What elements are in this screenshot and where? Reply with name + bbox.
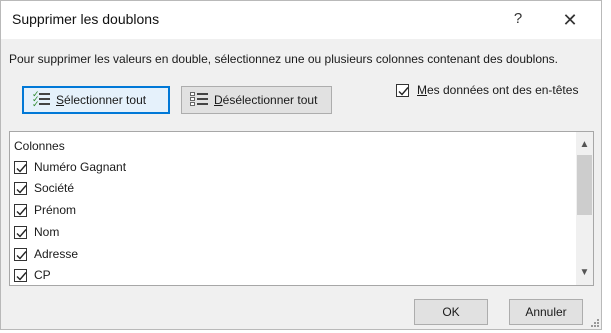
deselect-all-label: Désélectionner tout xyxy=(214,93,318,107)
cancel-button[interactable]: Annuler xyxy=(509,299,583,325)
has-headers-label: Mes données ont des en-têtes xyxy=(417,83,579,97)
checkmark-icon xyxy=(16,228,27,238)
scroll-down-icon[interactable]: ▼ xyxy=(576,264,593,281)
select-all-label: Sélectionner tout xyxy=(56,93,147,107)
deselect-all-button[interactable]: Désélectionner tout xyxy=(181,86,332,114)
column-label: Adresse xyxy=(34,247,79,261)
column-checkbox[interactable] xyxy=(14,203,27,217)
columns-list[interactable]: Colonnes Numéro Gagnant Société Prénom N… xyxy=(9,131,594,286)
column-label: Nom xyxy=(34,225,60,239)
column-item-prenom[interactable]: Prénom xyxy=(14,200,76,220)
scroll-up-icon[interactable]: ▲ xyxy=(576,136,593,153)
column-checkbox[interactable] xyxy=(14,268,27,282)
column-checkbox[interactable] xyxy=(14,181,27,195)
checkmark-icon xyxy=(16,271,27,281)
column-label: Prénom xyxy=(34,203,77,217)
resize-grip-icon[interactable] xyxy=(590,318,600,328)
column-checkbox[interactable] xyxy=(14,160,27,174)
columns-list-header: Colonnes xyxy=(14,139,65,153)
title-bar: Supprimer les doublons ? ✕ xyxy=(1,1,601,39)
help-button[interactable]: ? xyxy=(507,8,529,30)
column-label: CP xyxy=(34,268,51,282)
column-label: Numéro Gagnant xyxy=(34,160,127,174)
scrollbar-thumb[interactable] xyxy=(577,155,592,215)
remove-duplicates-dialog: Supprimer les doublons ? ✕ Pour supprime… xyxy=(0,0,602,330)
column-item-adresse[interactable]: Adresse xyxy=(14,244,78,264)
has-headers-checkbox[interactable]: Mes données ont des en-têtes xyxy=(396,83,578,97)
checkmark-icon xyxy=(398,86,409,96)
column-checkbox[interactable] xyxy=(14,225,27,239)
select-all-icon: ✓ ✓ ✓ xyxy=(32,90,50,109)
column-item-numero-gagnant[interactable]: Numéro Gagnant xyxy=(14,157,126,177)
vertical-scrollbar[interactable]: ▲ ▼ xyxy=(576,132,593,285)
column-checkbox[interactable] xyxy=(14,247,27,261)
ok-button[interactable]: OK xyxy=(414,299,488,325)
close-button[interactable]: ✕ xyxy=(556,8,584,32)
column-item-cp[interactable]: CP xyxy=(14,265,51,285)
dialog-title: Supprimer les doublons xyxy=(12,11,160,27)
column-label: Société xyxy=(34,181,75,195)
checkmark-icon xyxy=(16,250,27,260)
select-all-button[interactable]: ✓ ✓ ✓ Sélectionner tout xyxy=(22,86,170,114)
checkmark-icon xyxy=(16,163,27,173)
checkmark-icon xyxy=(16,184,27,194)
column-item-nom[interactable]: Nom xyxy=(14,222,59,242)
checkmark-icon xyxy=(16,206,27,216)
has-headers-check-box[interactable] xyxy=(396,83,409,97)
instruction-text: Pour supprimer les valeurs en double, sé… xyxy=(9,52,559,66)
column-item-societe[interactable]: Société xyxy=(14,178,74,198)
deselect-all-icon xyxy=(190,92,208,108)
